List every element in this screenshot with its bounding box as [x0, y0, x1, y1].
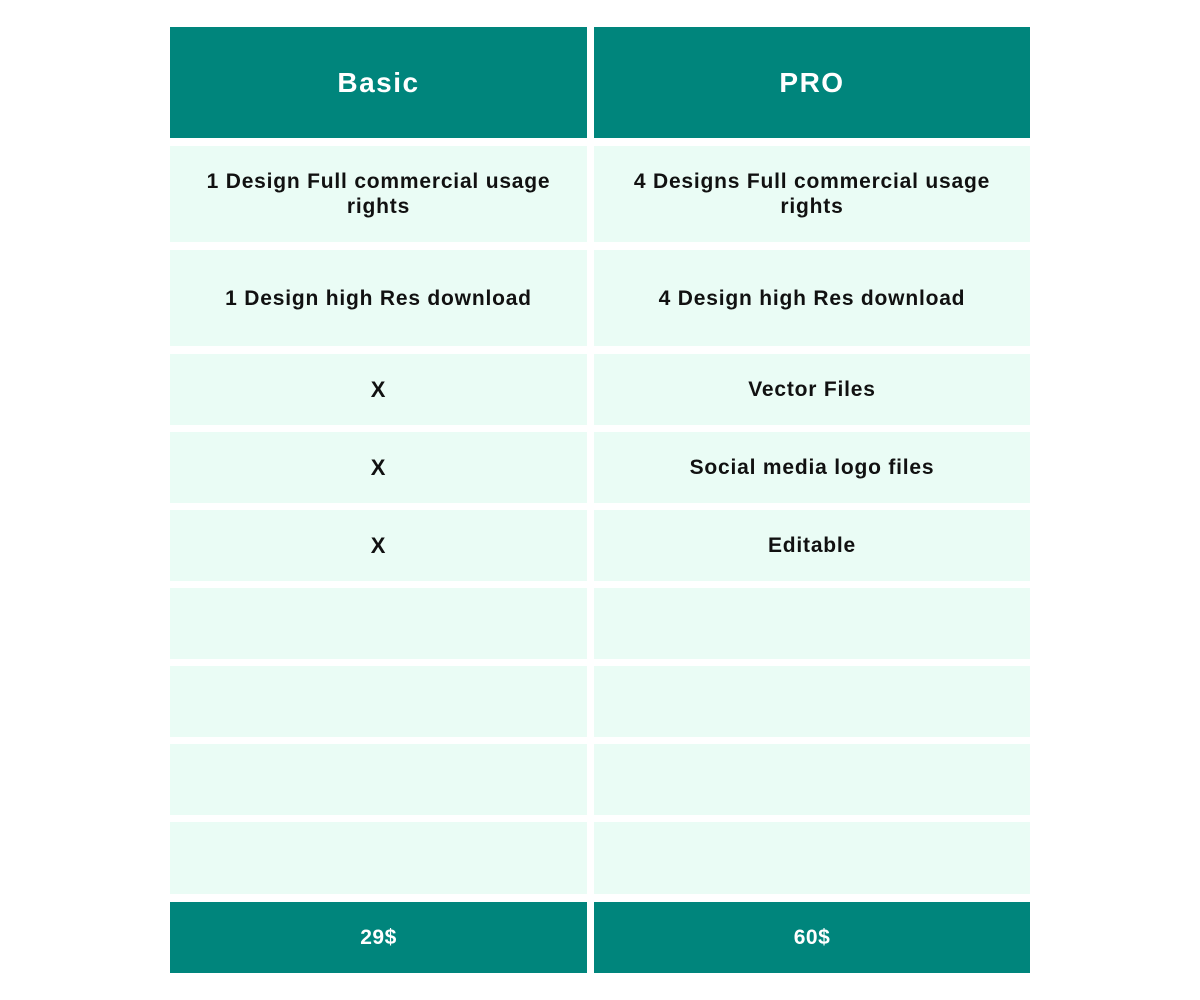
empty-feature-cell: [594, 588, 1030, 659]
empty-feature-cell: [170, 666, 587, 737]
not-included-mark: X: [170, 432, 587, 503]
price-basic: 29$: [170, 902, 587, 973]
feature-cell: 1 Design Full commercial usage rights: [170, 146, 587, 242]
feature-cell: 1 Design high Res download: [170, 250, 587, 346]
empty-feature-cell: [170, 744, 587, 815]
feature-cell: Editable: [594, 510, 1030, 581]
feature-cell: 4 Designs Full commercial usage rights: [594, 146, 1030, 242]
price-pro: 60$: [594, 902, 1030, 973]
feature-cell: 4 Design high Res download: [594, 250, 1030, 346]
not-included-mark: X: [170, 354, 587, 425]
plan-header-pro: PRO: [594, 27, 1030, 138]
plan-header-basic: Basic: [170, 27, 587, 138]
empty-feature-cell: [170, 822, 587, 894]
feature-cell: Vector Files: [594, 354, 1030, 425]
empty-feature-cell: [594, 666, 1030, 737]
empty-feature-cell: [594, 822, 1030, 894]
empty-feature-cell: [170, 588, 587, 659]
not-included-mark: X: [170, 510, 587, 581]
empty-feature-cell: [594, 744, 1030, 815]
feature-cell: Social media logo files: [594, 432, 1030, 503]
